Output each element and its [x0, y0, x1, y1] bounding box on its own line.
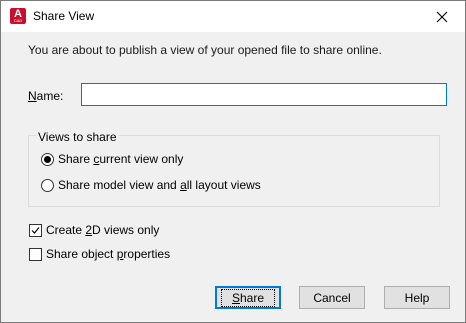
share-view-dialog: A CAD Share View You are about to publis…	[0, 0, 466, 323]
app-icon-sub: CAD	[13, 18, 23, 23]
radio-label-model-and-layouts: Share model view and all layout views	[58, 178, 261, 192]
checkbox-unchecked[interactable]	[29, 247, 42, 261]
checkbox-share-object-properties[interactable]: Share object properties	[29, 247, 170, 261]
checkbox-label-object-properties: Share object properties	[46, 247, 171, 261]
autocad-app-icon: A CAD	[10, 8, 26, 24]
checkbox-label-create-2d: Create 2D views only	[46, 223, 160, 237]
close-icon	[436, 11, 448, 22]
name-input[interactable]	[81, 83, 447, 106]
views-to-share-group	[28, 135, 440, 207]
radio-share-model-and-layouts[interactable]: Share model view and all layout views	[41, 178, 261, 192]
name-label: Name:	[28, 89, 64, 103]
window-title: Share View	[33, 9, 95, 23]
checkbox-create-2d-views[interactable]: Create 2D views only	[29, 223, 159, 237]
title-bar: A CAD Share View	[1, 1, 465, 32]
help-button[interactable]: Help	[384, 286, 450, 309]
cancel-button[interactable]: Cancel	[299, 286, 365, 309]
radio-button-unselected[interactable]	[41, 178, 54, 192]
checkbox-checked[interactable]	[29, 223, 42, 237]
close-button[interactable]	[419, 1, 465, 32]
radio-button-selected[interactable]	[41, 152, 54, 166]
checkmark-icon	[31, 226, 40, 234]
radio-label-current-view: Share current view only	[58, 152, 184, 166]
radio-share-current-view[interactable]: Share current view only	[41, 152, 183, 166]
share-button[interactable]: Share	[215, 286, 281, 309]
views-to-share-title: Views to share	[36, 130, 119, 144]
intro-text: You are about to publish a view of your …	[28, 43, 382, 57]
